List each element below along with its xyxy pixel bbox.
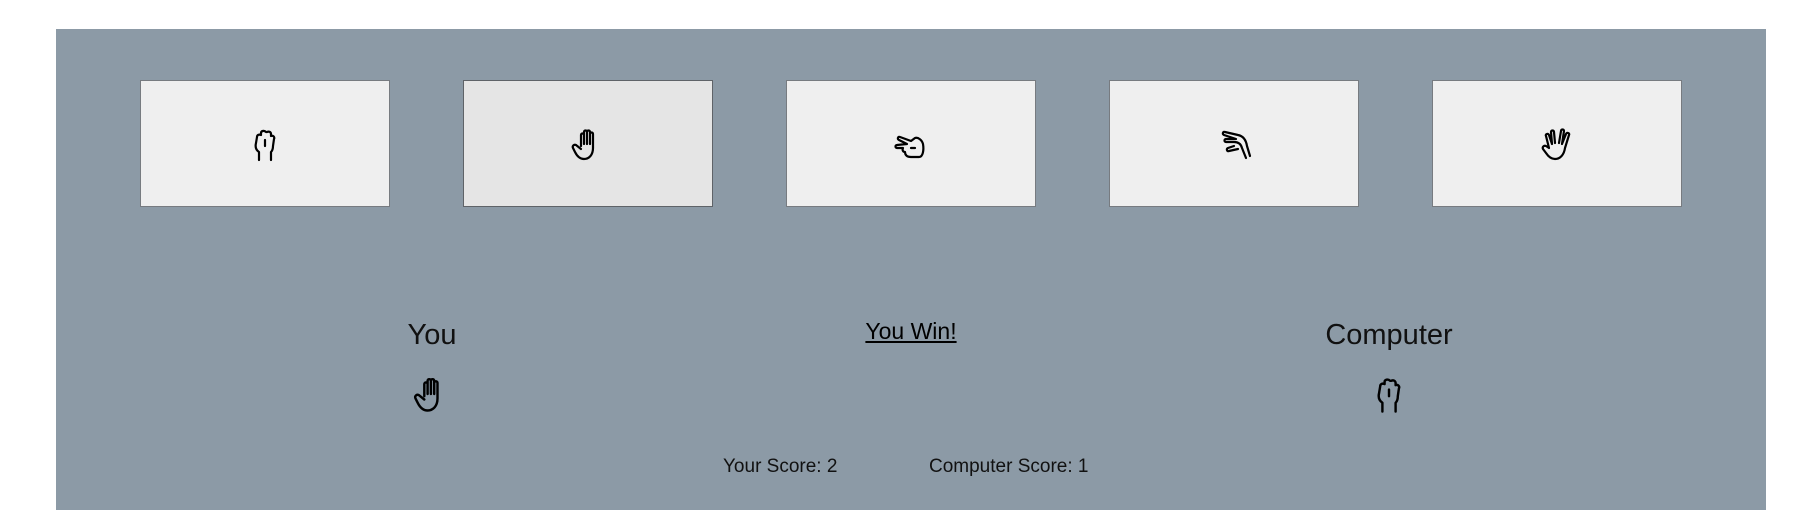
paper-hand-icon [571,128,595,160]
player-you-label: You [407,319,457,351]
scissors-hand-icon [894,135,925,158]
computer-score: Computer Score: 1 [929,456,1089,477]
choice-buttons [140,80,1682,207]
result-text: You Win! [865,318,957,344]
scissors-button[interactable] [786,80,1036,207]
paper-button[interactable] [463,80,713,207]
player-computer-label: Computer [1325,319,1453,351]
spock-hand-icon [1541,127,1571,160]
rock-button[interactable] [140,80,390,207]
your-score: Your Score: 2 [723,456,838,477]
rock-hand-icon [254,129,276,161]
spock-button[interactable] [1432,80,1682,207]
lizard-hand-icon [1221,130,1252,159]
rock-hand-icon [1377,378,1401,413]
game-panel: You You Win! Computer Your Score: 2 Comp… [56,29,1766,510]
player-you: You [312,318,552,416]
lizard-button[interactable] [1109,80,1359,207]
player-computer: Computer [1269,318,1509,416]
paper-hand-icon [414,377,439,412]
